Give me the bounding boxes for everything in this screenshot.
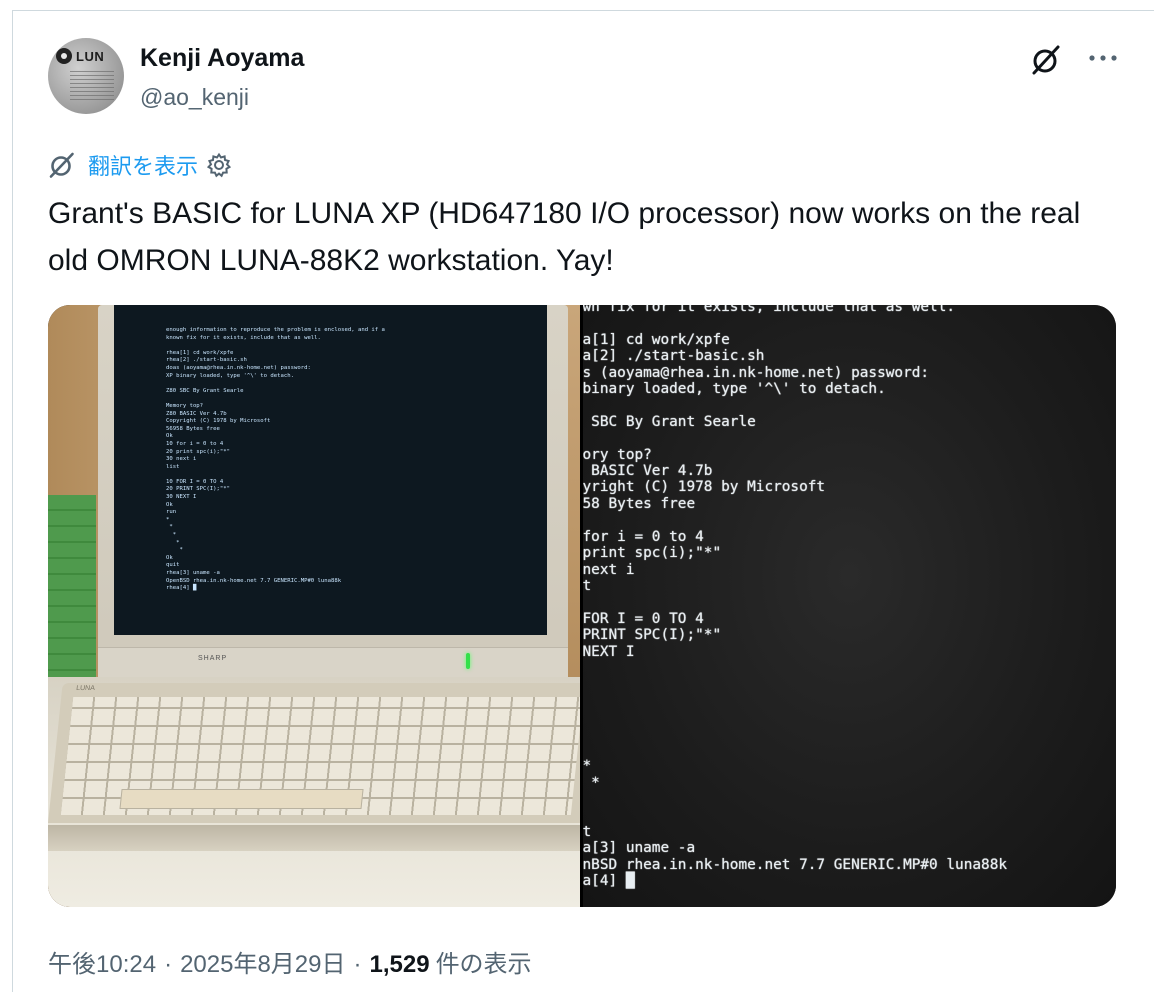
post-text: Grant's BASIC for LUNA XP (HD647180 I/O …: [48, 197, 1081, 277]
grok-icon[interactable]: [1030, 44, 1062, 76]
meta-separator: ·: [353, 951, 362, 978]
monitor-screen: enough information to reproduce the prob…: [114, 305, 547, 635]
monitor-bottom-bezel: [98, 647, 568, 678]
monitor-brand: SHARP: [198, 655, 228, 662]
view-label: 件の表示: [435, 951, 532, 978]
translate-row: 翻訳を表示: [48, 150, 232, 180]
show-translation-link[interactable]: 翻訳を表示: [88, 149, 198, 181]
power-led: [466, 653, 470, 669]
gear-icon[interactable]: [206, 152, 232, 178]
post-time[interactable]: 午後10:24: [48, 944, 156, 979]
post-date[interactable]: 2025年8月29日: [180, 944, 345, 979]
avatar-logo-mark: [56, 48, 72, 64]
view-count: 1,529: [369, 951, 430, 978]
lego-wall: [48, 495, 96, 685]
keyboard-spacebar: [119, 789, 364, 809]
meta-separator: ·: [164, 951, 173, 978]
media-grid: enough information to reproduce the prob…: [48, 305, 1116, 907]
author-name[interactable]: Kenji Aoyama: [140, 44, 304, 73]
author-handle[interactable]: @ao_kenji: [140, 84, 249, 111]
keyboard: LUNA: [48, 683, 580, 823]
photo-workstation[interactable]: enough information to reproduce the prob…: [48, 305, 580, 907]
avatar-text-lines: [70, 70, 114, 100]
terminal-closeup-text: wn fix for it exists, include that as we…: [582, 305, 1008, 890]
more-icon[interactable]: [1086, 48, 1120, 68]
photo-terminal-closeup[interactable]: wn fix for it exists, include that as we…: [582, 305, 1116, 907]
monitor-screen-text: enough information to reproduce the prob…: [166, 327, 385, 592]
post-meta: 午後10:24 · 2025年8月29日 · 1,529 件の表示: [48, 944, 532, 979]
grok-icon: [49, 152, 74, 178]
avatar[interactable]: LUN: [48, 38, 124, 114]
keyboard-brand: LUNA: [75, 685, 96, 692]
keyboard-edge: [48, 825, 580, 851]
avatar-logo-text: LUN: [76, 49, 105, 64]
